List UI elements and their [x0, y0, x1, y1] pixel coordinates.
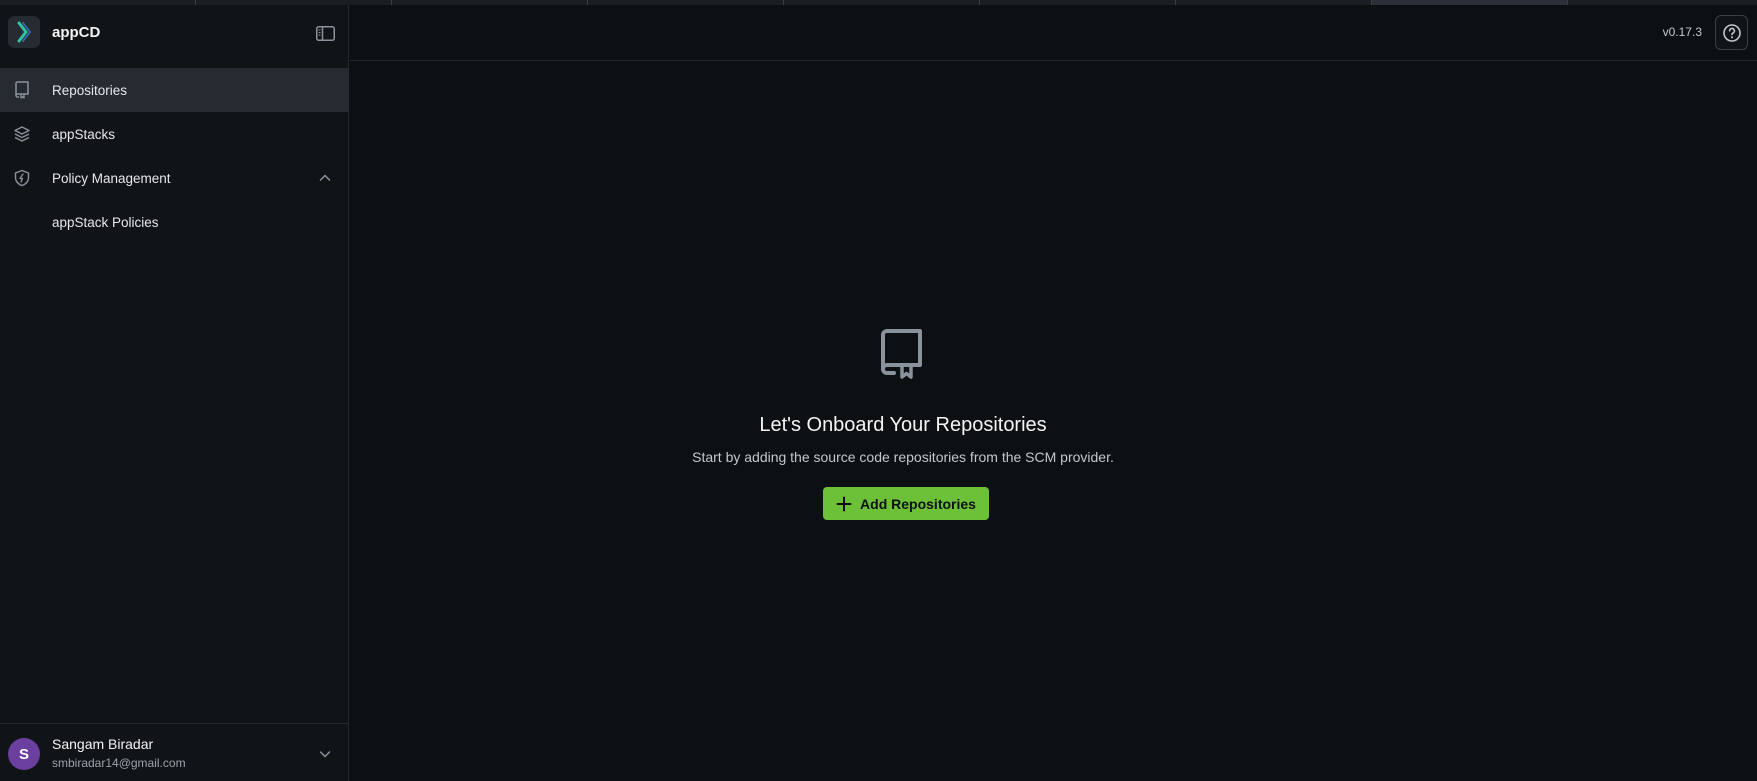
repo-icon — [881, 329, 922, 379]
sidebar-item-label: appStack Policies — [52, 214, 159, 230]
empty-state-subtitle: Start by adding the source code reposito… — [692, 449, 1114, 465]
chevron-down-icon[interactable] — [318, 747, 332, 761]
sidebar-item-label: Policy Management — [52, 170, 171, 186]
user-menu[interactable]: S Sangam Biradar smbiradar14@gmail.com — [0, 723, 349, 781]
sidebar-item-appstacks[interactable]: appStacks — [0, 112, 349, 156]
user-name: Sangam Biradar — [52, 736, 154, 752]
add-repositories-button[interactable]: Add Repositories — [823, 487, 989, 520]
user-email: smbiradar14@gmail.com — [52, 756, 186, 770]
sidebar-item-label: Repositories — [52, 82, 128, 98]
shield-icon — [12, 168, 32, 188]
version-label: v0.17.3 — [1662, 25, 1702, 39]
plus-icon — [836, 496, 852, 511]
empty-state: Let's Onboard Your Repositories Start by… — [350, 61, 1757, 781]
help-icon — [1722, 23, 1741, 42]
app-name: appCD — [52, 24, 101, 41]
repo-icon — [12, 80, 32, 100]
sidebar-toggle-icon[interactable] — [314, 24, 336, 42]
layers-icon — [12, 124, 32, 144]
sidebar-item-policy-management[interactable]: Policy Management — [0, 156, 349, 200]
sidebar-item-label: appStacks — [52, 126, 116, 142]
sidebar: appCD Repositories appStacks Policy Mana… — [0, 5, 349, 781]
add-repositories-label: Add Repositories — [860, 495, 976, 512]
chevron-up-icon[interactable] — [318, 171, 332, 185]
help-button[interactable] — [1715, 15, 1748, 50]
appcd-logo-icon[interactable] — [8, 16, 40, 48]
sidebar-item-appstack-policies[interactable]: appStack Policies — [0, 200, 349, 244]
empty-state-title: Let's Onboard Your Repositories — [759, 414, 1047, 436]
top-bar: v0.17.3 — [350, 5, 1757, 61]
sidebar-item-repositories[interactable]: Repositories — [0, 68, 349, 112]
brand-header: appCD — [0, 5, 349, 61]
avatar: S — [8, 738, 40, 770]
